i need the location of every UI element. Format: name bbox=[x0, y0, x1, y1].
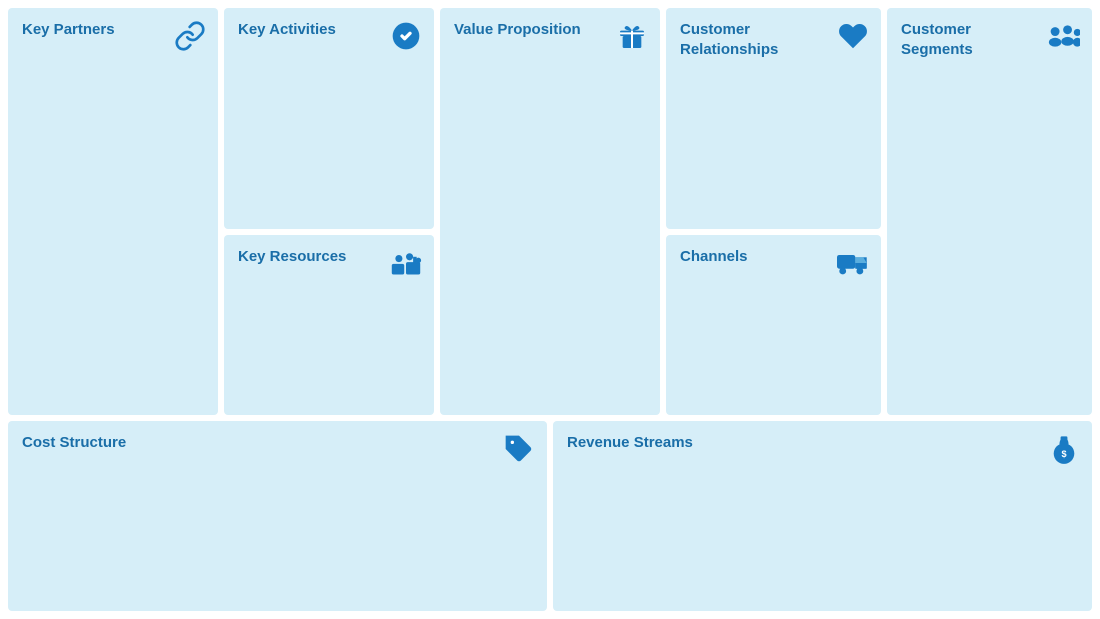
bottom-section: Cost Structure Revenue Streams $ bbox=[8, 421, 1092, 611]
key-activities-title: Key Activities bbox=[238, 20, 375, 40]
key-partners-title: Key Partners bbox=[22, 20, 159, 40]
key-resources-cell[interactable]: Key Resources bbox=[224, 235, 434, 415]
key-resources-title: Key Resources bbox=[238, 247, 375, 267]
cost-structure-title: Cost Structure bbox=[22, 433, 405, 453]
moneybag-icon: $ bbox=[1048, 433, 1080, 472]
cost-structure-cell[interactable]: Cost Structure bbox=[8, 421, 547, 611]
heart-icon bbox=[837, 20, 869, 59]
key-partners-cell[interactable]: Key Partners bbox=[8, 8, 218, 415]
revenue-streams-cell[interactable]: Revenue Streams $ bbox=[553, 421, 1092, 611]
link-icon bbox=[174, 20, 206, 59]
revenue-streams-title: Revenue Streams bbox=[567, 433, 950, 453]
svg-text:$: $ bbox=[1061, 449, 1066, 459]
customer-relationships-title: Customer Relationships bbox=[680, 20, 820, 59]
factory-icon bbox=[390, 247, 422, 286]
activities-resources-column: Key Activities Key Resources bbox=[224, 8, 434, 415]
relationships-channels-column: Customer Relationships Channels bbox=[666, 8, 881, 415]
gift-icon bbox=[616, 20, 648, 59]
top-section: Key Partners Key Activities bbox=[8, 8, 1092, 415]
people-icon bbox=[1048, 20, 1080, 59]
value-proposition-title: Value Proposition bbox=[454, 20, 598, 40]
business-model-canvas: Key Partners Key Activities bbox=[0, 0, 1100, 619]
customer-segments-title: Customer Segments bbox=[901, 20, 1034, 59]
channels-title: Channels bbox=[680, 247, 820, 267]
key-activities-cell[interactable]: Key Activities bbox=[224, 8, 434, 229]
value-proposition-cell[interactable]: Value Proposition bbox=[440, 8, 660, 415]
truck-icon bbox=[837, 247, 869, 286]
customer-segments-cell[interactable]: Customer Segments bbox=[887, 8, 1092, 415]
channels-cell[interactable]: Channels bbox=[666, 235, 881, 415]
customer-relationships-cell[interactable]: Customer Relationships bbox=[666, 8, 881, 229]
tag-icon bbox=[503, 433, 535, 472]
check-icon bbox=[390, 20, 422, 59]
